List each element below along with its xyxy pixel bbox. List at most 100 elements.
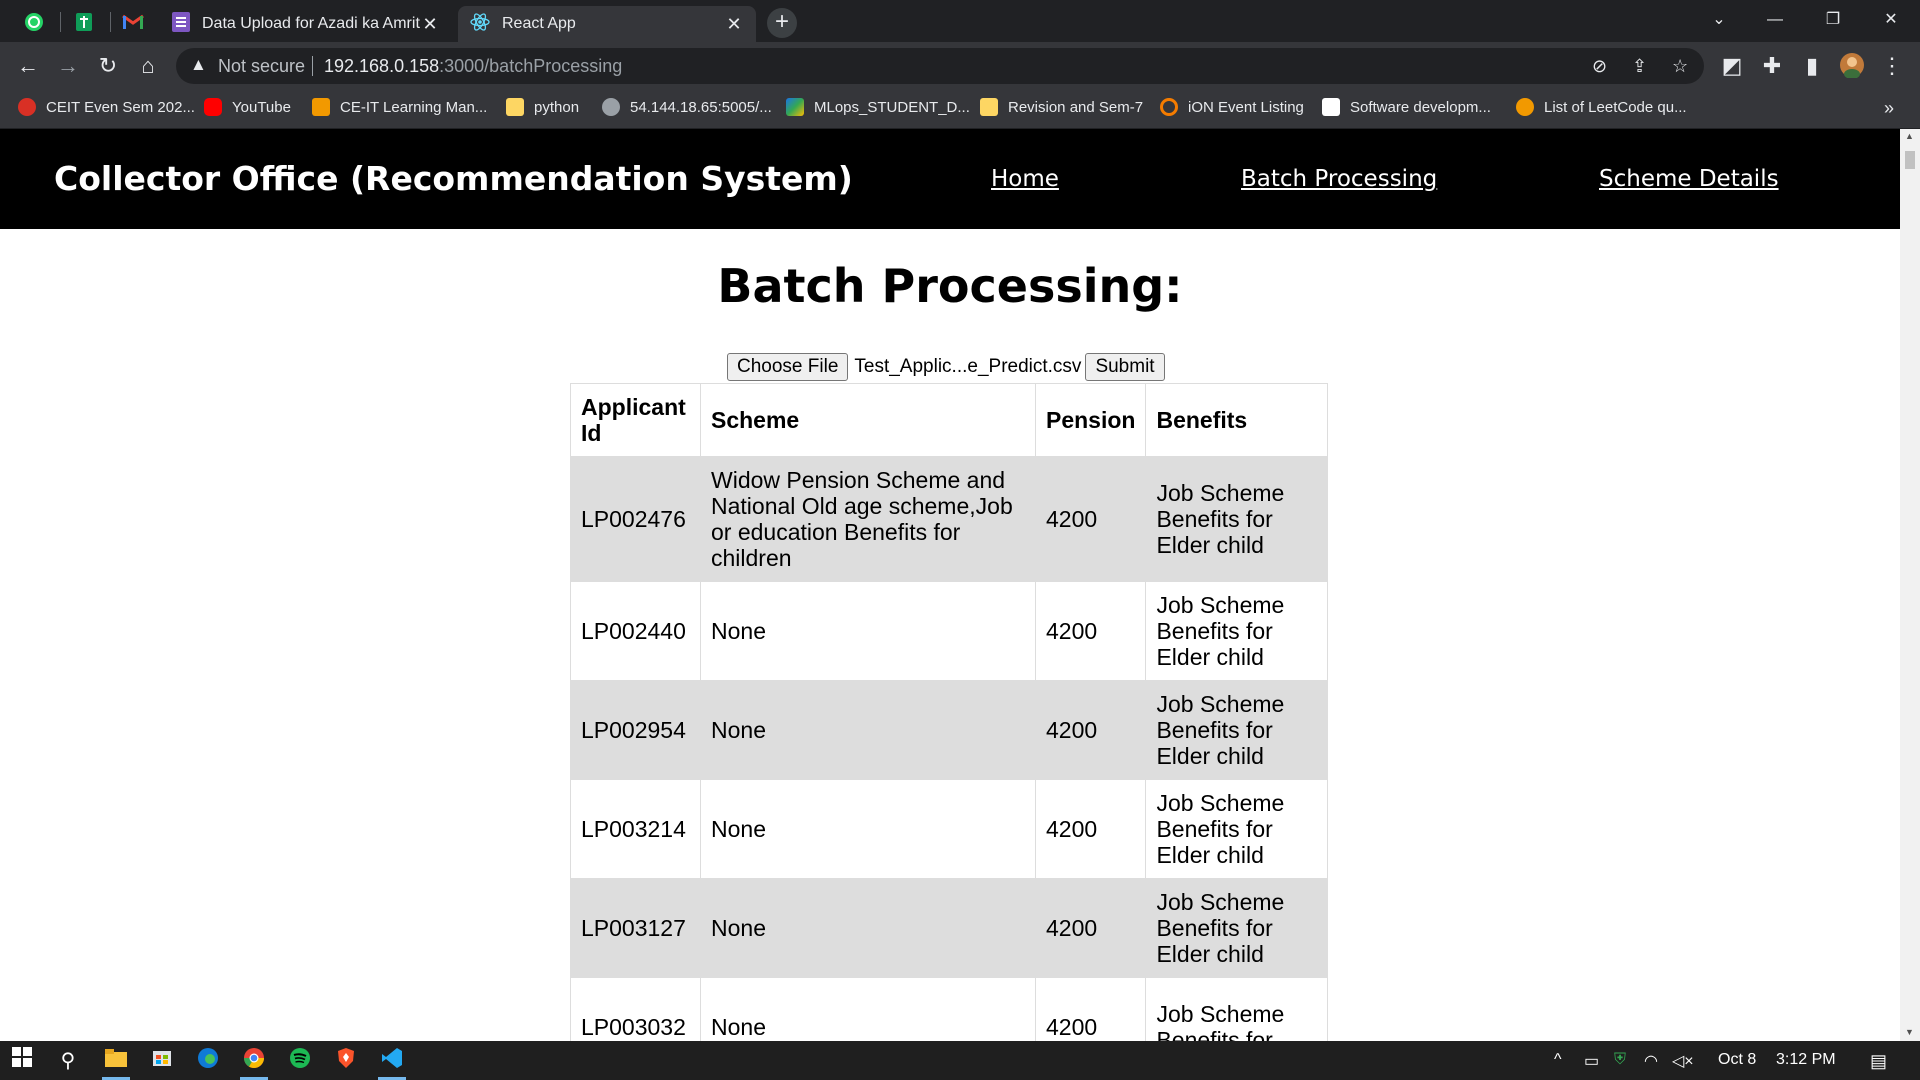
bookmark-item[interactable]: iON Event Listing	[1160, 98, 1304, 116]
puzzle-icon[interactable]: ✚	[1758, 52, 1786, 80]
side-panel-icon[interactable]: ▮	[1798, 52, 1826, 80]
nav-batch-processing-link[interactable]: Batch Processing	[1241, 166, 1437, 192]
address-bar[interactable]: ▲ Not secure 192.168.0.158:3000/batchPro…	[176, 48, 1704, 84]
notifications-icon[interactable]: ▤	[1870, 1051, 1887, 1072]
browser-toolbar: ← → ↻ ⌂ ▲ Not secure 192.168.0.158:3000/…	[0, 42, 1920, 90]
url-host: 192.168.0.158	[324, 56, 440, 76]
page-scrollbar[interactable]: ▲ ▼	[1900, 129, 1920, 1041]
scroll-thumb[interactable]	[1905, 151, 1915, 169]
gmail-tab-icon[interactable]	[110, 6, 156, 38]
url-path: :3000/batchProcessing	[439, 56, 623, 76]
defender-shield-icon[interactable]: ⛨	[1614, 1051, 1626, 1069]
bookmark-item[interactable]: YouTube	[204, 98, 291, 116]
table-row: LP003032 None 4200 Job Scheme Benefits f…	[570, 977, 1328, 1041]
tab-data-upload[interactable]: Data Upload for Azadi ka Amrit M ✕	[160, 6, 452, 42]
plus-icon[interactable]: +	[767, 8, 797, 38]
whatsapp-tab-icon[interactable]	[11, 6, 57, 38]
amazon-icon	[1322, 98, 1340, 116]
nav-scheme-details-link[interactable]: Scheme Details	[1599, 166, 1779, 192]
close-window-icon[interactable]: ✕	[1868, 6, 1914, 34]
profile-avatar[interactable]	[1838, 52, 1866, 80]
security-label[interactable]: Not secure	[218, 56, 305, 77]
bookmark-item[interactable]: CE-IT Learning Man...	[312, 98, 487, 116]
reload-icon[interactable]: ↻	[94, 52, 122, 80]
cell-benefits: Job Scheme Benefits for	[1145, 977, 1328, 1041]
home-icon[interactable]: ⌂	[134, 52, 162, 80]
scroll-down-arrow-icon[interactable]: ▼	[1905, 1027, 1914, 1037]
cell-scheme: None	[700, 977, 1036, 1041]
browser-tab-strip: Data Upload for Azadi ka Amrit M ✕ React…	[0, 0, 1920, 42]
submit-button[interactable]: Submit	[1085, 353, 1165, 381]
drive-icon	[786, 98, 804, 116]
sheets-tab-icon[interactable]	[61, 6, 107, 38]
windows-start-icon[interactable]	[8, 1047, 36, 1075]
cell-pension: 4200	[1034, 779, 1147, 879]
upload-form: Choose File Test_Applic...e_Predict.csv …	[727, 352, 1165, 382]
folder-icon	[980, 98, 998, 116]
back-icon[interactable]: ←	[14, 52, 42, 80]
forward-icon[interactable]: →	[54, 52, 82, 80]
minimize-icon[interactable]: —	[1752, 6, 1798, 34]
file-explorer-icon[interactable]	[102, 1047, 130, 1075]
cell-applicant-id: LP003127	[570, 878, 701, 978]
cell-benefits: Job Scheme Benefits for Elder child	[1145, 878, 1328, 978]
bookmarks-overflow-button[interactable]: »	[1884, 98, 1894, 119]
bookmark-item[interactable]: python	[506, 98, 579, 116]
close-tab-icon[interactable]: ✕	[724, 14, 744, 35]
share-icon[interactable]: ⇪	[1632, 56, 1647, 77]
tab-search-icon[interactable]: ⌄	[1696, 6, 1742, 34]
bookmark-item[interactable]: CEIT Even Sem 202...	[18, 98, 195, 116]
header-scheme: Scheme	[700, 383, 1036, 457]
tab-react-app[interactable]: React App ✕	[458, 6, 756, 42]
eye-off-icon[interactable]: ⊘	[1592, 56, 1607, 77]
spotify-icon[interactable]	[286, 1047, 314, 1075]
cell-applicant-id: LP002440	[570, 581, 701, 681]
table-row: LP003127 None 4200 Job Scheme Benefits f…	[570, 878, 1328, 978]
choose-file-button[interactable]: Choose File	[727, 353, 849, 381]
bookmark-item[interactable]: 54.144.18.65:5005/...	[602, 98, 772, 116]
bookmark-item[interactable]: MLops_STUDENT_D...	[786, 98, 970, 116]
cell-scheme: None	[700, 680, 1036, 780]
store-icon[interactable]	[148, 1047, 176, 1075]
brave-icon[interactable]	[332, 1047, 360, 1075]
cell-pension: 4200	[1034, 581, 1147, 681]
cell-scheme: None	[700, 581, 1036, 681]
page-title: Batch Processing:	[717, 259, 1183, 313]
clock-date[interactable]: Oct 8	[1718, 1051, 1756, 1069]
globe-icon	[602, 98, 620, 116]
volume-muted-icon[interactable]: ◁×	[1672, 1051, 1694, 1071]
nav-home-link[interactable]: Home	[991, 166, 1059, 192]
windows-taskbar: ⚲ ^ ▭ ⛨ ◠ ◁× Oct 8 3:12 PM ▤	[0, 1041, 1920, 1080]
bookmark-item[interactable]: Software developm...	[1322, 98, 1491, 116]
cell-benefits: Job Scheme Benefits for Elder child	[1145, 779, 1328, 879]
bookmark-item[interactable]: List of LeetCode qu...	[1516, 98, 1687, 116]
battery-icon[interactable]: ▭	[1584, 1051, 1599, 1071]
bookmark-star-icon[interactable]: ☆	[1672, 56, 1688, 77]
bookmark-item[interactable]: Revision and Sem-7	[980, 98, 1143, 116]
vscode-icon[interactable]	[378, 1047, 406, 1075]
menu-kebab-icon[interactable]: ⋮	[1878, 52, 1906, 80]
warning-icon[interactable]: ▲	[190, 55, 207, 75]
restore-icon[interactable]: ❐	[1810, 6, 1856, 34]
cell-applicant-id: LP002954	[570, 680, 701, 780]
search-icon[interactable]: ⚲	[54, 1047, 82, 1075]
clock-time[interactable]: 3:12 PM	[1776, 1051, 1836, 1069]
tray-chevron-up-icon[interactable]: ^	[1554, 1051, 1562, 1069]
wifi-icon[interactable]: ◠	[1644, 1051, 1658, 1071]
tab-title: React App	[502, 15, 576, 32]
scroll-up-arrow-icon[interactable]: ▲	[1905, 131, 1914, 141]
table-row: LP002954 None 4200 Job Scheme Benefits f…	[570, 680, 1328, 780]
cell-pension: 4200	[1034, 456, 1147, 582]
table-row: LP002440 None 4200 Job Scheme Benefits f…	[570, 581, 1328, 681]
edge-icon[interactable]	[194, 1047, 222, 1075]
table-row: LP003214 None 4200 Job Scheme Benefits f…	[570, 779, 1328, 879]
cell-scheme: None	[700, 779, 1036, 879]
header-applicant-id: Applicant Id	[570, 383, 701, 457]
extension-icon[interactable]: ◩	[1718, 52, 1746, 80]
forms-tab-icon	[172, 11, 190, 37]
chrome-icon[interactable]	[240, 1047, 268, 1075]
folder-icon	[506, 98, 524, 116]
cell-applicant-id: LP003214	[570, 779, 701, 879]
url-text[interactable]: 192.168.0.158:3000/batchProcessing	[324, 56, 622, 77]
close-tab-icon[interactable]: ✕	[420, 14, 440, 35]
